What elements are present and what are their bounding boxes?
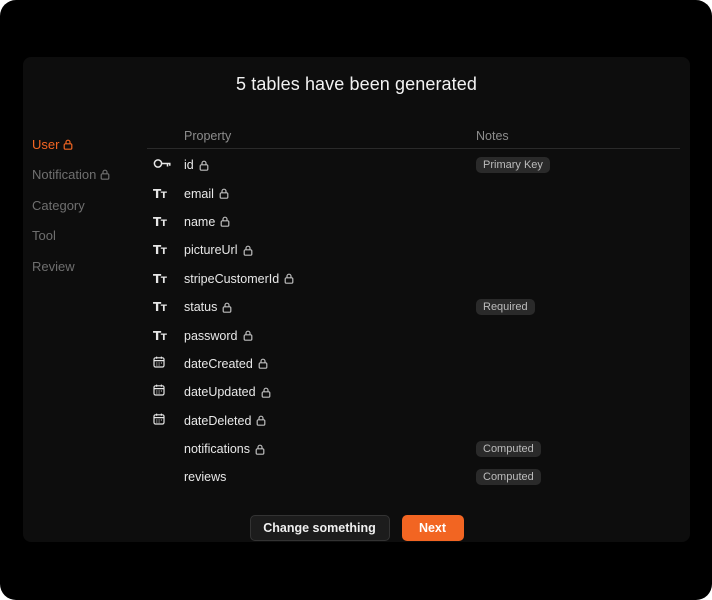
sidebar-item-category[interactable]: Category — [32, 190, 110, 221]
key-icon — [153, 156, 172, 174]
table-row[interactable]: reviews Computed — [147, 463, 680, 491]
page-title: 5 tables have been generated — [236, 74, 477, 94]
lock-icon — [284, 273, 294, 285]
sidebar-item-user[interactable]: User — [32, 129, 110, 160]
column-header-notes: Notes — [476, 129, 509, 143]
lock-icon — [256, 415, 266, 427]
table-row[interactable]: TT email — [147, 179, 680, 207]
property-name-text: dateUpdated — [184, 385, 256, 400]
property-name-text: dateDeleted — [184, 413, 252, 428]
property-name: notifications — [184, 442, 265, 456]
text-type-icon: TT — [153, 328, 167, 343]
property-name: dateUpdated — [184, 385, 271, 399]
column-header-property: Property — [184, 129, 232, 143]
table-sidebar: User Notification Category Tool Review — [32, 129, 110, 282]
table-row[interactable]: TT stripeCustomerId — [147, 265, 680, 293]
calendar-icon — [153, 355, 165, 373]
note-badge: Required — [476, 299, 535, 316]
table-header: Property Notes — [147, 124, 680, 149]
tables-panel: 5 tables have been generated User Notifi… — [23, 57, 690, 542]
property-name: stripeCustomerId — [184, 272, 294, 286]
lock-icon — [261, 387, 271, 398]
property-name: reviews — [184, 470, 226, 484]
sidebar-item-label: Review — [32, 258, 75, 274]
note-badge: Primary Key — [476, 157, 550, 174]
lock-icon — [258, 358, 268, 370]
lock-icon — [243, 245, 253, 256]
sidebar-item-notification[interactable]: Notification — [32, 160, 110, 191]
text-type-icon: TT — [153, 243, 167, 258]
text-type-icon: TT — [153, 271, 167, 286]
property-name: status — [184, 300, 232, 314]
lock-icon — [199, 160, 209, 171]
sidebar-item-label: Category — [32, 197, 85, 213]
calendar-icon — [153, 383, 165, 401]
text-type-icon: TT — [153, 300, 167, 315]
table-row[interactable]: dateCreated — [147, 350, 680, 378]
property-name: dateDeleted — [184, 414, 266, 428]
text-type-icon: TT — [153, 214, 167, 229]
lock-icon — [222, 302, 232, 313]
table-row[interactable]: id Primary Key — [147, 151, 680, 179]
property-name-text: id — [184, 158, 194, 173]
property-name-text: notifications — [184, 442, 251, 457]
table-row[interactable]: notifications Computed — [147, 435, 680, 463]
next-button[interactable]: Next — [401, 515, 464, 541]
sidebar-item-label: Tool — [32, 228, 56, 244]
table-row[interactable]: TT pictureUrl — [147, 236, 680, 264]
table-row[interactable]: TT status Required — [147, 293, 680, 321]
sidebar-item-label: Notification — [32, 167, 97, 183]
property-name: email — [184, 187, 229, 201]
property-name-text: dateCreated — [184, 356, 253, 371]
property-name: password — [184, 329, 253, 343]
properties-table: Property Notes id Primary Key TT email TT nam… — [147, 124, 680, 492]
action-bar: Change something Next — [23, 515, 690, 541]
table-row[interactable]: TT name — [147, 208, 680, 236]
property-name: dateCreated — [184, 357, 268, 371]
note-badge: Computed — [476, 469, 541, 486]
table-row[interactable]: dateDeleted — [147, 407, 680, 435]
property-name-text: pictureUrl — [184, 243, 238, 258]
lock-icon — [243, 330, 253, 341]
app-window: 5 tables have been generated User Notifi… — [0, 0, 712, 600]
property-name-text: password — [184, 328, 238, 343]
property-name-text: name — [184, 214, 216, 229]
lock-icon — [255, 444, 265, 455]
calendar-icon — [153, 412, 165, 430]
property-name: pictureUrl — [184, 243, 253, 257]
lock-icon — [219, 188, 229, 199]
lock-icon — [63, 139, 73, 150]
sidebar-item-review[interactable]: Review — [32, 251, 110, 282]
property-name-text: status — [184, 300, 218, 315]
property-name: id — [184, 158, 209, 172]
change-something-button[interactable]: Change something — [249, 515, 390, 541]
property-name-text: reviews — [184, 470, 227, 485]
property-name-text: stripeCustomerId — [184, 271, 280, 286]
lock-icon — [100, 169, 110, 181]
table-row[interactable]: dateUpdated — [147, 378, 680, 406]
table-body: id Primary Key TT email TT name TT pictureUrl TT… — [147, 151, 680, 492]
lock-icon — [220, 216, 230, 228]
sidebar-item-label: User — [32, 136, 60, 152]
note-badge: Computed — [476, 441, 541, 458]
property-name-text: email — [184, 186, 214, 201]
sidebar-item-tool[interactable]: Tool — [32, 221, 110, 252]
text-type-icon: TT — [153, 186, 167, 201]
property-name: name — [184, 215, 230, 229]
table-row[interactable]: TT password — [147, 321, 680, 349]
